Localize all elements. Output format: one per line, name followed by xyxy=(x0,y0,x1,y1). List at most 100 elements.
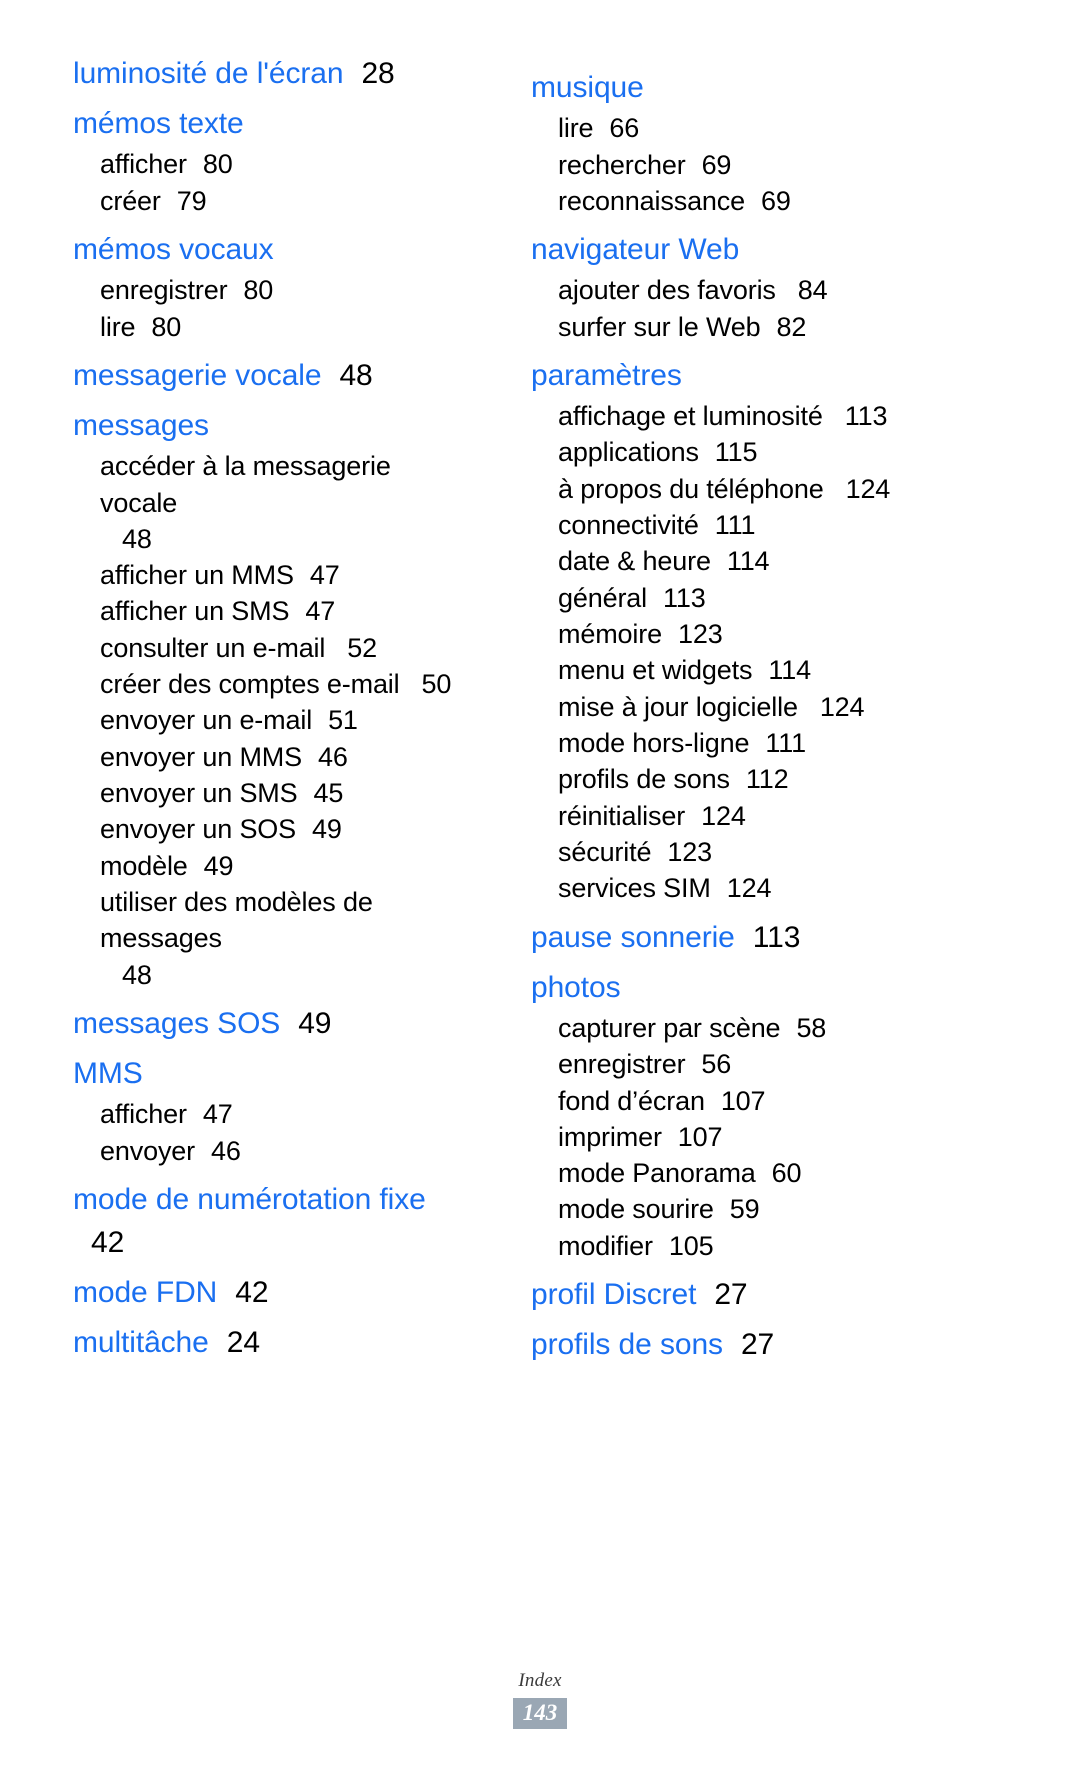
index-group-heading[interactable]: paramètres xyxy=(498,354,918,397)
index-subentry[interactable]: rechercher 69 xyxy=(558,147,918,183)
index-columns: luminosité de l'écran 28 mémos texte affich… xyxy=(40,52,1040,1370)
index-subentry[interactable]: modèle 49 xyxy=(100,848,460,884)
index-group-heading[interactable]: navigateur Web xyxy=(498,228,918,271)
index-subentry-list: ajouter des favoris 84 surfer sur le Web 82 xyxy=(498,272,918,345)
index-group-heading[interactable]: luminosité de l'écran 28 xyxy=(40,52,460,95)
index-subentry[interactable]: envoyer 46 xyxy=(100,1133,460,1169)
index-group-heading[interactable]: MMS xyxy=(40,1052,460,1095)
index-group-term: musique xyxy=(531,71,644,104)
index-group-heading[interactable]: mémos vocaux xyxy=(40,228,460,271)
index-subentry[interactable]: à propos du téléphone 124 xyxy=(558,471,918,507)
index-subentry-list: affichage et luminosité 113 applications 11… xyxy=(498,398,918,906)
index-subentry-page-number: 124 xyxy=(845,473,891,504)
index-subentry[interactable]: capturer par scène 58 xyxy=(558,1010,918,1046)
footer-section-label: Index xyxy=(518,1670,562,1691)
index-subentry[interactable]: général 113 xyxy=(558,580,918,616)
index-group-page-number: 42 xyxy=(235,1276,269,1310)
index-subentry-page-number: 123 xyxy=(677,619,723,649)
index-subentry[interactable]: mode sourire 59 xyxy=(558,1191,918,1227)
index-group: mode FDN 42 xyxy=(40,1271,460,1314)
index-subentry[interactable]: imprimer 107 xyxy=(558,1119,918,1155)
index-subentry-page-number: 60 xyxy=(771,1158,802,1189)
index-group-page-number: 28 xyxy=(361,57,395,90)
index-group-heading[interactable]: mode de numérotation fixe 42 xyxy=(40,1178,460,1264)
index-group-heading[interactable]: messages xyxy=(40,404,460,447)
index-subentry[interactable]: affichage et luminosité 113 xyxy=(558,398,918,434)
index-subentry-term: affichage et luminosité xyxy=(558,401,823,432)
index-subentry[interactable]: accéder à la messagerie vocale 48 xyxy=(100,448,460,557)
index-subentry[interactable]: lire 80 xyxy=(100,309,460,345)
index-group-heading[interactable]: messages SOS 49 xyxy=(40,1002,460,1045)
index-subentry[interactable]: afficher 80 xyxy=(100,146,460,182)
index-group-heading[interactable]: multitâche 24 xyxy=(40,1321,460,1364)
index-subentry[interactable]: mode Panorama 60 xyxy=(558,1155,918,1191)
index-subentry[interactable]: enregistrer 56 xyxy=(558,1046,918,1082)
index-subentry-term: envoyer un SMS xyxy=(100,778,298,808)
index-subentry[interactable]: modifier 105 xyxy=(558,1228,918,1264)
index-subentry[interactable]: ajouter des favoris 84 xyxy=(558,272,918,308)
index-subentry-page-number: 47 xyxy=(305,596,336,627)
index-group-heading[interactable]: photos xyxy=(498,966,918,1009)
index-group: profil Discret 27 xyxy=(498,1273,918,1316)
index-group: navigateur Web ajouter des favoris 84 surfe… xyxy=(498,228,918,345)
index-subentry[interactable]: surfer sur le Web 82 xyxy=(558,309,918,345)
index-subentry[interactable]: services SIM 124 xyxy=(558,870,918,906)
index-subentry[interactable]: enregistrer 80 xyxy=(100,272,460,308)
index-subentry[interactable]: afficher 47 xyxy=(100,1096,460,1132)
index-subentry[interactable]: envoyer un SMS 45 xyxy=(100,775,460,811)
index-subentry-term: afficher un SMS xyxy=(100,596,290,627)
index-subentry[interactable]: créer 79 xyxy=(100,183,460,219)
index-subentry[interactable]: consulter un e-mail 52 xyxy=(100,630,460,666)
index-subentry[interactable]: mémoire 123 xyxy=(558,616,918,652)
index-subentry[interactable]: afficher un SMS 47 xyxy=(100,593,460,629)
index-group-heading[interactable]: musique xyxy=(498,66,918,109)
index-subentry-page-number: 124 xyxy=(726,873,772,904)
index-subentry[interactable]: lire 66 xyxy=(558,110,918,146)
index-subentry-term: mode Panorama xyxy=(558,1158,756,1189)
index-group: messagerie vocale 48 xyxy=(40,354,460,397)
index-subentry-page-number: 123 xyxy=(667,836,712,867)
index-subentry-page-number: 111 xyxy=(714,510,756,541)
index-subentry-page-number: 58 xyxy=(796,1012,827,1043)
index-subentry[interactable]: reconnaissance 69 xyxy=(558,183,918,219)
index-subentry-page-number: 47 xyxy=(309,560,340,591)
index-subentry[interactable]: mise à jour logicielle 124 xyxy=(558,689,918,725)
index-subentry-term: envoyer un MMS xyxy=(100,741,302,772)
index-subentry-term: lire xyxy=(558,113,594,144)
index-subentry-term: utiliser des modèles de messages xyxy=(100,886,373,954)
index-subentry[interactable]: mode hors-ligne 111 xyxy=(558,725,918,761)
index-subentry[interactable]: utiliser des modèles de messages 48 xyxy=(100,884,460,993)
index-group-heading[interactable]: mémos texte xyxy=(40,102,460,145)
index-subentry[interactable]: connectivité 111 xyxy=(558,507,918,543)
index-subentry-page-number: 111 xyxy=(765,727,806,758)
index-subentry[interactable]: date & heure 114 xyxy=(558,543,918,579)
index-subentry[interactable]: afficher un MMS 47 xyxy=(100,557,460,593)
index-group-heading[interactable]: pause sonnerie 113 xyxy=(498,916,918,959)
index-subentry[interactable]: fond d’écran 107 xyxy=(558,1083,918,1119)
index-group-heading[interactable]: messagerie vocale 48 xyxy=(40,354,460,397)
index-group-heading[interactable]: profils de sons 27 xyxy=(498,1323,918,1366)
index-group: messages SOS 49 xyxy=(40,1002,460,1045)
index-subentry-page-number: 105 xyxy=(668,1230,714,1261)
index-subentry-page-number: 47 xyxy=(202,1099,233,1130)
index-subentry[interactable]: créer des comptes e-mail 50 xyxy=(100,666,460,702)
index-subentry[interactable]: profils de sons 112 xyxy=(558,761,918,797)
index-subentry-page-number: 59 xyxy=(729,1194,760,1225)
index-subentry-page-number: 107 xyxy=(677,1121,723,1152)
index-subentry[interactable]: envoyer un e-mail 51 xyxy=(100,702,460,738)
index-subentry-page-number: 80 xyxy=(202,149,233,180)
index-subentry-page-number: 84 xyxy=(797,275,828,306)
index-group-term: pause sonnerie xyxy=(531,920,735,954)
index-group-heading[interactable]: mode FDN 42 xyxy=(40,1271,460,1314)
index-subentry-page-number: 113 xyxy=(663,582,706,613)
index-subentry[interactable]: envoyer un MMS 46 xyxy=(100,739,460,775)
index-subentry[interactable]: envoyer un SOS 49 xyxy=(100,811,460,847)
index-subentry[interactable]: applications 115 xyxy=(558,434,918,470)
index-group-term: MMS xyxy=(73,1057,143,1091)
index-subentry-term: mémoire xyxy=(558,619,662,649)
index-subentry[interactable]: menu et widgets 114 xyxy=(558,652,918,688)
index-group-page-number: 42 xyxy=(91,1226,125,1260)
index-subentry[interactable]: sécurité 123 xyxy=(558,834,918,870)
index-subentry[interactable]: réinitialiser 124 xyxy=(558,798,918,834)
index-group-heading[interactable]: profil Discret 27 xyxy=(498,1273,918,1316)
